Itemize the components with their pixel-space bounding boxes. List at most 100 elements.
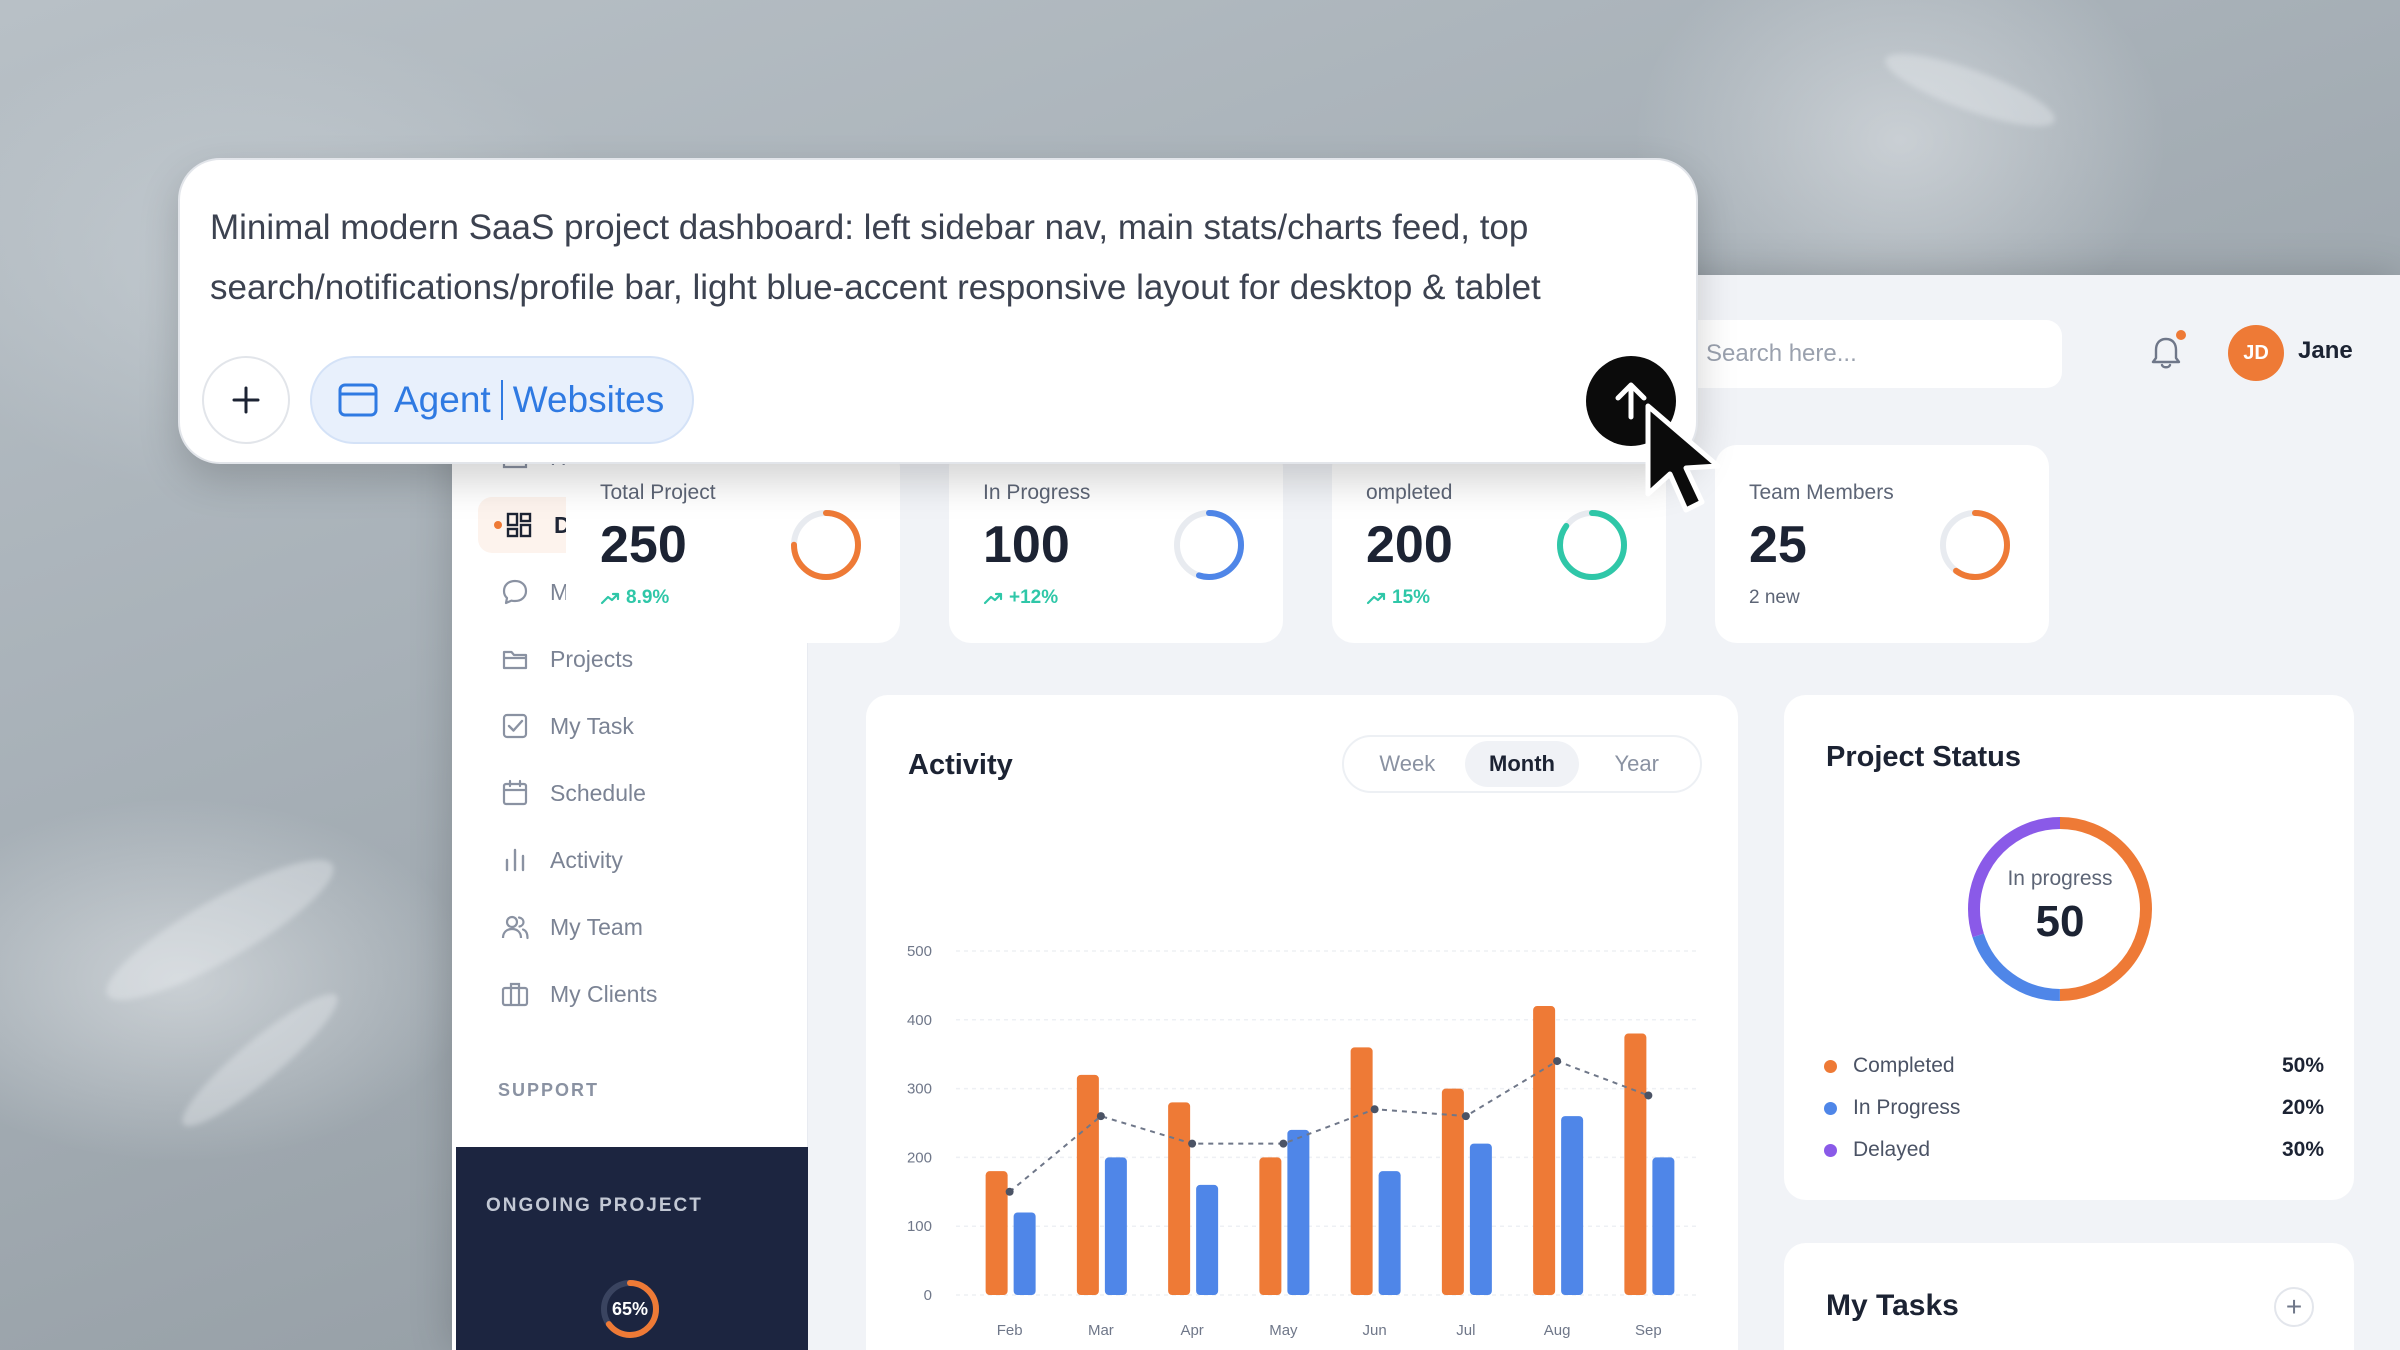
x-tick-label: Aug	[1544, 1322, 1571, 1339]
chip-agent-label: Agent	[394, 379, 491, 420]
y-tick-label: 400	[907, 1012, 932, 1029]
add-attachment-button[interactable]	[202, 356, 290, 444]
prompt-box[interactable]: Minimal modern SaaS project dashboard: l…	[178, 158, 1698, 464]
ongoing-percent: 65%	[611, 1298, 649, 1319]
bar-may-series-2	[1287, 1129, 1310, 1295]
bar-mar-series-1	[1076, 1074, 1099, 1295]
search-placeholder: Search here...	[1706, 340, 1857, 367]
username[interactable]: Jane	[2298, 337, 2353, 365]
x-tick-label: Sep	[1635, 1322, 1662, 1339]
sidebar-item-my-team[interactable]: My Team	[478, 899, 784, 955]
stat-value: 25	[1749, 516, 1807, 574]
y-tick-label: 0	[924, 1287, 932, 1304]
sidebar-item-activity[interactable]: Activity	[478, 832, 784, 888]
activity-title: Activity	[908, 749, 1013, 781]
x-tick-label: Jul	[1456, 1322, 1475, 1339]
plus-icon	[232, 386, 260, 414]
bar-aug-series-1	[1533, 1006, 1556, 1295]
sidebar-item-label: My Clients	[550, 980, 658, 1007]
legend-value: 20%	[2281, 1096, 2324, 1119]
active-indicator-dot	[494, 521, 502, 529]
trend-point	[1553, 1057, 1562, 1066]
legend-swatch	[1824, 1059, 1837, 1073]
stat-card-ompleted[interactable]: ompleted 200 15%	[1332, 445, 1666, 643]
search-input[interactable]: Search here...	[1682, 320, 2062, 388]
sidebar-item-label: Projects	[550, 645, 634, 672]
tab-week[interactable]: Week	[1350, 741, 1465, 787]
stat-progress-ring	[791, 510, 861, 580]
trend-point	[1096, 1112, 1105, 1121]
stat-label: In Progress	[983, 481, 1091, 504]
avatar[interactable]: JD	[2228, 325, 2284, 381]
tab-year[interactable]: Year	[1579, 741, 1694, 787]
trend-point	[1005, 1187, 1014, 1196]
y-tick-label: 200	[907, 1149, 932, 1166]
stat-progress-ring	[1557, 510, 1627, 580]
bar-apr-series-2	[1196, 1184, 1219, 1295]
y-tick-label: 500	[907, 943, 932, 960]
trend-point	[1279, 1139, 1288, 1148]
bar-sep-series-1	[1624, 1033, 1647, 1295]
trend-up-icon	[983, 592, 1003, 605]
sidebar-item-label: Schedule	[550, 779, 646, 806]
add-task-button[interactable]: +	[2274, 1287, 2314, 1327]
bar-jun-series-2	[1378, 1171, 1401, 1295]
tab-month[interactable]: Month	[1464, 741, 1580, 787]
stat-label: Team Members	[1749, 481, 1894, 504]
stat-card-team-members[interactable]: Team Members 25 2 new	[1715, 445, 2049, 643]
legend-label: Delayed	[1853, 1138, 1931, 1161]
y-tick-label: 100	[907, 1218, 932, 1235]
stat-value: 200	[1366, 516, 1453, 574]
stat-sub-text: 15%	[1392, 587, 1431, 608]
chat-icon	[500, 577, 530, 607]
legend-swatch	[1824, 1143, 1837, 1157]
prompt-text[interactable]: Minimal modern SaaS project dashboard: l…	[210, 198, 1670, 318]
stat-value: 100	[983, 516, 1070, 574]
legend-value: 50%	[2281, 1054, 2324, 1077]
stat-sub: 8.9%	[600, 587, 669, 609]
stat-sub-text: 8.9%	[626, 587, 670, 608]
sidebar-item-my-clients[interactable]: My Clients	[478, 966, 784, 1022]
stat-label: ompleted	[1366, 481, 1453, 504]
legend-row-in-progress: In Progress 20%	[1824, 1093, 2324, 1123]
stat-card-total-project[interactable]: Total Project 250 8.9%	[566, 445, 900, 643]
chip-divider	[500, 380, 503, 420]
bar-jul-series-2	[1469, 1143, 1492, 1295]
x-tick-label: Jun	[1363, 1322, 1387, 1339]
bar-mar-series-2	[1104, 1157, 1127, 1295]
stat-label: Total Project	[600, 481, 716, 504]
grid-icon	[504, 510, 534, 540]
sidebar-item-label: My Team	[550, 913, 643, 940]
y-tick-label: 300	[907, 1081, 932, 1098]
sidebar-item-schedule[interactable]: Schedule	[478, 765, 784, 821]
stat-progress-ring	[1940, 510, 2010, 580]
legend-row-delayed: Delayed 30%	[1824, 1135, 2324, 1165]
bar-jul-series-1	[1441, 1088, 1464, 1295]
x-tick-label: May	[1269, 1322, 1298, 1339]
ongoing-project-title: ONGOING PROJECT	[486, 1195, 703, 1216]
mode-chip[interactable]: Agent Websites	[310, 356, 694, 444]
donut-center-value: 50	[2035, 897, 2085, 946]
users-icon	[500, 912, 530, 942]
legend-label: Completed	[1853, 1054, 1955, 1077]
sidebar-item-my-task[interactable]: My Task	[478, 698, 784, 754]
project-status-card: Project Status In progress 50 Completed 5…	[1784, 695, 2354, 1200]
support-section-label: SUPPORT	[498, 1080, 600, 1100]
stat-sub-text: 2 new	[1749, 587, 1800, 608]
ongoing-project-card[interactable]: ONGOING PROJECT 65%	[456, 1147, 808, 1350]
calendar-icon	[500, 778, 530, 808]
legend-swatch	[1824, 1101, 1837, 1115]
legend-label: In Progress	[1853, 1096, 1961, 1119]
stat-card-in-progress[interactable]: In Progress 100 +12%	[949, 445, 1283, 643]
trend-point	[1370, 1105, 1379, 1114]
stat-sub: 2 new	[1749, 587, 1800, 609]
donut-center-label: In progress	[2007, 867, 2113, 890]
sidebar-item-label: My Task	[550, 712, 634, 739]
my-tasks-title: My Tasks	[1826, 1289, 1959, 1322]
stat-value: 250	[600, 516, 687, 574]
stat-sub: +12%	[983, 587, 1058, 609]
bar-feb-series-2	[1013, 1212, 1036, 1295]
trend-up-icon	[1366, 592, 1386, 605]
browser-window-icon	[338, 383, 378, 417]
chip-websites-label: Websites	[512, 379, 665, 420]
